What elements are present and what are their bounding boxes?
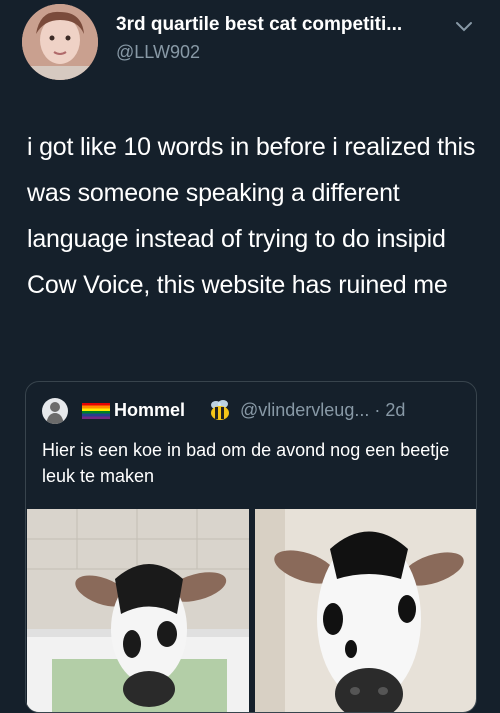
quoted-time: · 2d bbox=[374, 400, 406, 420]
quoted-handle[interactable]: @vlindervleug... bbox=[240, 400, 369, 420]
display-name[interactable]: 3rd quartile best cat competiti... bbox=[116, 14, 456, 36]
rainbow-flag-icon bbox=[82, 403, 110, 419]
quoted-text: Hier is een koe in bad om de avond nog e… bbox=[42, 440, 450, 486]
quoted-tweet[interactable]: Hommel @vlindervleug... · 2d Hier is een… bbox=[25, 381, 477, 713]
user-handle[interactable]: @LLW902 bbox=[116, 42, 200, 63]
calf-face-closeup-photo[interactable] bbox=[255, 509, 476, 713]
quoted-user-avatar[interactable] bbox=[42, 398, 68, 424]
bee-icon bbox=[211, 400, 229, 420]
quoted-handle-time[interactable]: @vlindervleug... · 2d bbox=[240, 400, 405, 421]
user-avatar[interactable] bbox=[22, 4, 98, 80]
calf-in-bathtub-photo[interactable] bbox=[27, 509, 249, 713]
tweet-text: i got like 10 words in before i realized… bbox=[27, 133, 476, 299]
quoted-display-name[interactable]: Hommel bbox=[114, 400, 185, 421]
chevron-down-icon[interactable] bbox=[454, 20, 474, 34]
